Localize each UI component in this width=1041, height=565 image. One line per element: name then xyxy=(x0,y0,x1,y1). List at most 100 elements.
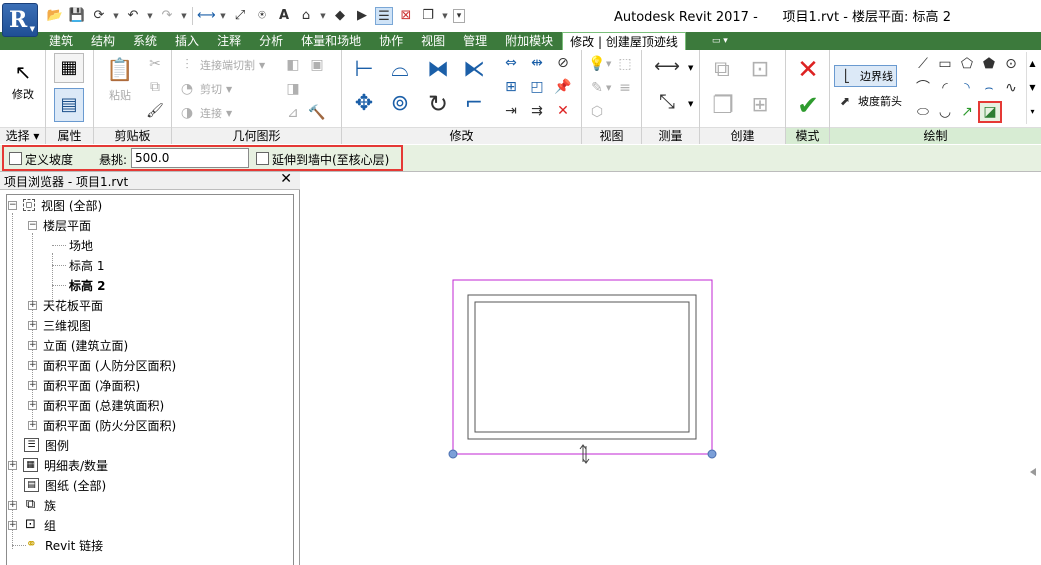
join-cut-button[interactable]: ⫶ 连接端切割 ▼ xyxy=(178,56,265,74)
define-slope-checkbox[interactable] xyxy=(9,152,22,165)
tab-systems[interactable]: 系统 xyxy=(124,32,166,50)
start-end-arc-icon[interactable]: ⌒ xyxy=(914,79,932,97)
tree-node-area-plan-gross[interactable]: + 面积平面 (总建筑面积) xyxy=(28,395,164,415)
create-parts-icon[interactable]: ⧉ xyxy=(708,56,736,84)
close-icon[interactable]: ✕ xyxy=(280,171,292,187)
linework-icon[interactable]: ✎ xyxy=(588,79,606,97)
sketch-endpoint-grip[interactable] xyxy=(448,449,458,459)
split-with-gap-icon[interactable]: ⇹ xyxy=(528,54,546,72)
draw-gallery-scroll[interactable]: ▲ ▼ ▾ xyxy=(1026,52,1038,124)
tree-node-ceiling-plans[interactable]: + 天花板平面 xyxy=(28,295,103,315)
ellipse-icon[interactable]: ⬭ xyxy=(914,103,932,121)
close-hidden-icon[interactable]: ⊠ xyxy=(397,7,415,25)
tree-node-groups[interactable]: + ⊡ 组 xyxy=(8,515,56,535)
switch-windows-icon[interactable]: ❐ xyxy=(419,7,437,25)
ribbon-minimize-icon[interactable]: ▭ ▾ xyxy=(706,32,734,50)
wall-inner[interactable] xyxy=(474,301,690,433)
dimension-icon[interactable]: ⤢ xyxy=(231,7,249,25)
demolish-icon[interactable]: ⊿ xyxy=(284,104,302,122)
cut-button[interactable]: ◔ 剪切 ▼ xyxy=(178,80,232,98)
sync-icon[interactable]: ⟳ xyxy=(90,7,108,25)
measure-icon[interactable]: ⟷ xyxy=(197,7,216,25)
measure-between-icon[interactable]: ⟷ xyxy=(650,58,684,76)
tree-node-schedules[interactable]: + ▦ 明细表/数量 xyxy=(8,455,108,475)
trim-extend-multiple-icon[interactable]: ⇉ xyxy=(528,102,546,120)
mirror-pick-axis-icon[interactable]: ⧓ xyxy=(424,56,452,84)
wall-outer[interactable] xyxy=(467,294,697,440)
mirror-draw-axis-icon[interactable]: ⧔ xyxy=(460,56,488,84)
paint-icon[interactable]: ▣ xyxy=(308,56,326,74)
copy-element-icon[interactable]: ⊚ xyxy=(386,90,414,118)
expand-icon[interactable]: + xyxy=(28,400,37,410)
application-menu-button[interactable]: R ▼ xyxy=(2,3,38,37)
tree-node-area-plan-fire[interactable]: + 面积平面 (防火分区面积) xyxy=(28,415,176,435)
tab-analyze[interactable]: 分析 xyxy=(250,32,292,50)
delete-icon[interactable]: ✕ xyxy=(554,102,572,120)
expand-icon[interactable]: + xyxy=(28,420,37,430)
paste-button[interactable]: 📋 粘贴 xyxy=(100,55,140,103)
partial-ellipse-icon[interactable]: ◡ xyxy=(936,103,954,121)
move-icon[interactable]: ✥ xyxy=(350,90,378,118)
boundary-line-button[interactable]: ⎣ 边界线 xyxy=(834,65,897,87)
tree-node-site[interactable]: 场地 xyxy=(69,235,93,255)
tree-node-3d-views[interactable]: + 三维视图 xyxy=(28,315,91,335)
undo-icon[interactable]: ↶ xyxy=(124,7,142,25)
select-box-icon[interactable]: ⬡ xyxy=(588,103,606,121)
sketch-endpoint-grip[interactable] xyxy=(707,449,717,459)
customize-icon[interactable]: ▾ xyxy=(453,9,465,23)
tab-modify-create-roof-footprint[interactable]: 修改 | 创建屋顶迹线 xyxy=(562,32,686,50)
redo-dropdown-icon[interactable]: ▼ xyxy=(180,7,188,25)
hammer-icon[interactable]: 🔨 xyxy=(308,104,326,122)
sync-dropdown-icon[interactable]: ▼ xyxy=(112,7,120,25)
properties-button[interactable]: ▤ xyxy=(54,88,84,122)
tree-node-area-plan-civil-defense[interactable]: + 面积平面 (人防分区面积) xyxy=(28,355,176,375)
align-icon[interactable]: ⊢ xyxy=(350,56,378,84)
expand-icon[interactable]: + xyxy=(8,520,17,530)
tree-node-revit-links[interactable]: ⚭ Revit 链接 xyxy=(24,535,103,555)
pick-lines-icon[interactable]: ↗ xyxy=(958,103,976,121)
center-ends-arc-icon[interactable]: ◜ xyxy=(936,79,954,97)
tab-structure[interactable]: 结构 xyxy=(82,32,124,50)
tab-insert[interactable]: 插入 xyxy=(166,32,208,50)
spline-icon[interactable]: ∿ xyxy=(1002,79,1020,97)
finish-edit-mode-icon[interactable]: ✔ xyxy=(794,92,822,120)
tab-architecture[interactable]: 建筑 xyxy=(40,32,82,50)
rectangle-icon[interactable]: ▭ xyxy=(936,55,954,73)
collapse-icon[interactable]: − xyxy=(28,220,37,230)
tab-massing-site[interactable]: 体量和场地 xyxy=(292,32,370,50)
open-icon[interactable]: 📂 xyxy=(46,7,64,25)
tree-node-legends[interactable]: ☰ 图例 xyxy=(24,435,69,455)
modify-button[interactable]: ↖ 修改 xyxy=(4,58,42,102)
type-properties-button[interactable]: ▦ xyxy=(54,53,84,83)
create-group-icon[interactable]: ⊞ xyxy=(746,90,774,118)
pick-walls-icon[interactable]: ◪ xyxy=(978,101,1002,123)
tree-node-families[interactable]: + ⧉ 族 xyxy=(8,495,56,515)
tab-annotate[interactable]: 注释 xyxy=(208,32,250,50)
tree-node-elevations[interactable]: + 立面 (建筑立面) xyxy=(28,335,128,355)
extend-to-wall-checkbox[interactable] xyxy=(256,152,269,165)
save-icon[interactable]: 💾 xyxy=(68,7,86,25)
undo-dropdown-icon[interactable]: ▼ xyxy=(146,7,154,25)
cut-icon[interactable]: ✂ xyxy=(146,55,164,73)
hide-icon[interactable]: 💡 xyxy=(588,55,606,73)
pin-icon[interactable]: 📌 xyxy=(554,78,572,96)
fillet-arc-icon[interactable]: ⌢ xyxy=(980,79,998,97)
expand-icon[interactable]: + xyxy=(28,380,37,390)
array-icon[interactable]: ⊞ xyxy=(502,78,520,96)
expand-icon[interactable]: + xyxy=(28,300,37,310)
expand-icon[interactable]: + xyxy=(8,500,17,510)
tab-collaborate[interactable]: 协作 xyxy=(370,32,412,50)
expand-icon[interactable]: + xyxy=(8,460,17,470)
tree-node-sheets[interactable]: ▤ 图纸 (全部) xyxy=(24,475,106,495)
inscribed-polygon-icon[interactable]: ⬠ xyxy=(958,55,976,73)
split-face-icon[interactable]: ◧ xyxy=(284,56,302,74)
thin-lines-icon[interactable]: ☰ xyxy=(375,7,393,25)
panel-label-select[interactable]: 选择 ▾ xyxy=(0,127,45,144)
plan-view[interactable] xyxy=(301,172,1041,565)
section-icon[interactable]: ◆ xyxy=(331,7,349,25)
tree-node-level-2[interactable]: 标高 2 xyxy=(69,275,106,295)
create-assembly-icon[interactable]: ❐ xyxy=(708,90,738,120)
overhang-input[interactable] xyxy=(131,148,249,168)
wall-joins-icon[interactable]: ◨ xyxy=(284,80,302,98)
tree-node-views[interactable]: − ◻ 视图 (全部) xyxy=(8,195,102,215)
